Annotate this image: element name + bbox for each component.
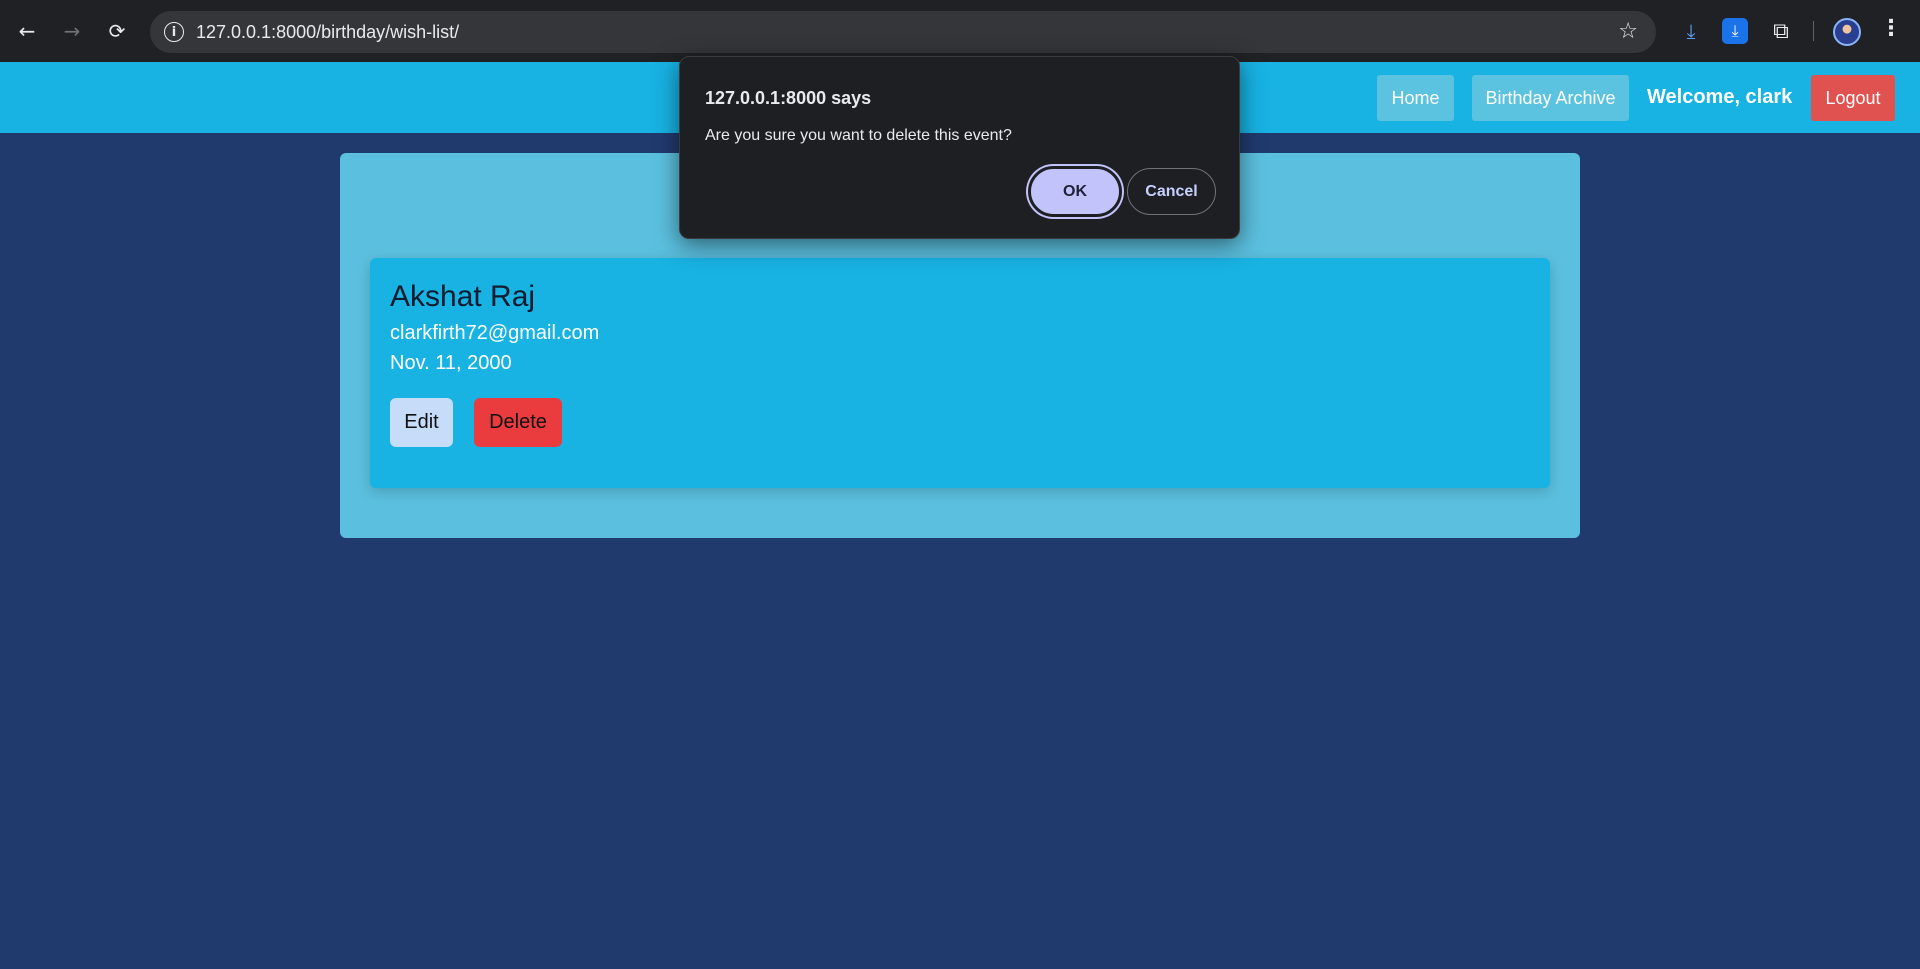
edit-button[interactable]: Edit [390,398,453,447]
forward-arrow-icon[interactable]: → [55,14,89,48]
extensions-puzzle-icon[interactable]: ⧉ [1768,18,1794,44]
confirm-dialog: 127.0.0.1:8000 says Are you sure you wan… [679,56,1240,239]
downloads-active-icon[interactable]: ⤓ [1722,18,1748,44]
dialog-message: Are you sure you want to delete this eve… [705,127,1012,144]
toolbar-divider [1813,21,1814,41]
reload-icon[interactable]: ⟳ [100,14,134,48]
site-info-icon[interactable]: i [164,22,184,42]
bookmark-star-icon[interactable]: ☆ [1618,19,1638,44]
event-date: Nov. 11, 2000 [390,352,512,374]
event-card: Akshat Raj clarkfirth72@gmail.com Nov. 1… [370,258,1550,488]
dialog-title: 127.0.0.1:8000 says [705,88,872,108]
download-icon[interactable]: ⤓ [1678,18,1704,44]
cancel-button[interactable]: Cancel [1127,168,1216,215]
url-text[interactable]: 127.0.0.1:8000/birthday/wish-list/ [196,22,459,43]
logout-button[interactable]: Logout [1811,75,1895,121]
ok-button[interactable]: OK [1028,166,1122,217]
event-email: clarkfirth72@gmail.com [390,322,600,344]
browser-toolbar: ← → ⟳ i 127.0.0.1:8000/birthday/wish-lis… [0,0,1920,62]
back-arrow-icon[interactable]: ← [10,14,44,48]
welcome-text: Welcome, clark [1647,86,1793,108]
nav-home-link[interactable]: Home [1377,75,1454,121]
event-name: Akshat Raj [390,280,536,313]
kebab-menu-icon[interactable]: ⋮ [1880,16,1902,41]
delete-button[interactable]: Delete [474,398,562,447]
address-bar[interactable]: i 127.0.0.1:8000/birthday/wish-list/ ☆ [150,11,1656,53]
profile-avatar[interactable] [1833,18,1861,46]
nav-birthday-archive-link[interactable]: Birthday Archive [1472,75,1629,121]
